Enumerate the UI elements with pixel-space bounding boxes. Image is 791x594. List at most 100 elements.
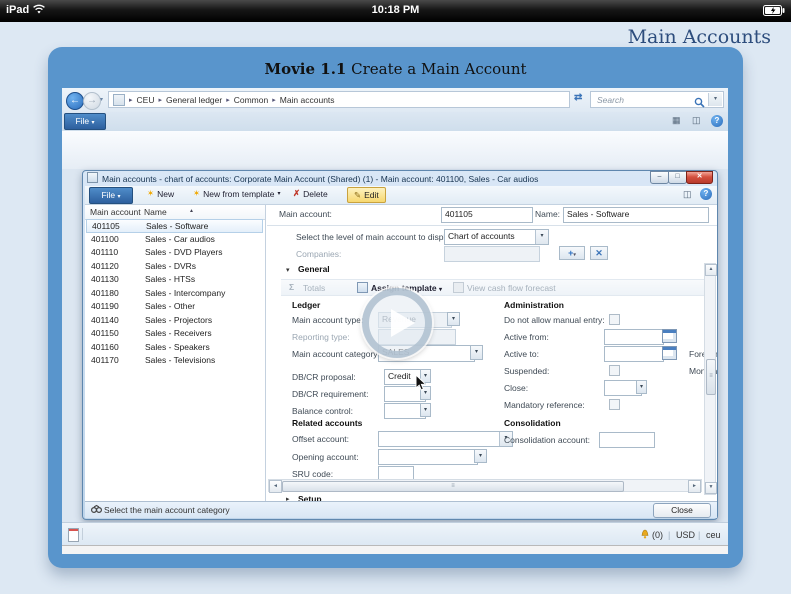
- close-dropdown[interactable]: ▾: [636, 380, 647, 394]
- calendar-icon[interactable]: [662, 329, 677, 343]
- cell-account: 401150: [91, 327, 119, 340]
- edit-button[interactable]: ✎Edit: [347, 187, 386, 203]
- clock-label: 10:18 PM: [0, 4, 791, 16]
- movie-title-text: Create a Main Account: [346, 60, 526, 78]
- delete-x-icon: ✗: [293, 188, 300, 199]
- mandatory-reference-checkbox[interactable]: [609, 399, 620, 410]
- table-row[interactable]: 401180Sales - Intercompany: [86, 287, 263, 301]
- table-row[interactable]: 401110Sales - DVD Players: [86, 246, 263, 260]
- offset-account-field[interactable]: ▾: [378, 431, 513, 447]
- search-input[interactable]: Search ▾: [590, 91, 724, 108]
- main-account-type-label: Main account type:: [292, 315, 363, 325]
- currency-indicator[interactable]: USD: [676, 530, 695, 540]
- opening-account-field[interactable]: [378, 449, 478, 465]
- cell-account: 401130: [91, 273, 119, 286]
- table-row[interactable]: 401100Sales - Car audios: [86, 233, 263, 247]
- back-arrow-icon: ←: [70, 95, 80, 106]
- main-account-category-dropdown[interactable]: ▾: [470, 345, 483, 360]
- suspended-checkbox[interactable]: [609, 365, 620, 376]
- table-row[interactable]: 401120Sales - DVRs: [86, 260, 263, 274]
- movie-label: Movie 1.1: [264, 60, 346, 78]
- scroll-right-icon[interactable]: ►: [688, 480, 701, 493]
- main-account-field[interactable]: 401105: [441, 207, 533, 223]
- layout-icon[interactable]: ◫: [683, 189, 692, 200]
- window-switch-icon[interactable]: ▦: [672, 115, 681, 126]
- balance-control-dropdown[interactable]: ▾: [420, 403, 431, 417]
- play-icon: [391, 309, 415, 337]
- manual-entry-checkbox[interactable]: [609, 314, 620, 325]
- pencil-icon: ✎: [354, 190, 361, 201]
- layout-icon[interactable]: ◫: [692, 115, 701, 126]
- cell-account: 401190: [91, 300, 119, 313]
- new-button[interactable]: ✶New: [147, 188, 174, 199]
- main-account-type-dropdown[interactable]: ▾: [447, 312, 460, 326]
- cash-flow-forecast-icon: [453, 282, 464, 293]
- play-button[interactable]: [362, 288, 432, 358]
- breadcrumb-item-ceu[interactable]: CEU: [137, 95, 155, 105]
- address-bar: ← → ▾ ▸ CEU ▸ General ledger ▸ Common ▸ …: [62, 88, 728, 113]
- setup-section-title[interactable]: Setup: [298, 494, 322, 501]
- grid-header: Main account Name ▲: [85, 205, 265, 220]
- screen: iPad 10:18 PM Main Accounts Movie 1.1 Cr…: [0, 0, 791, 594]
- company-indicator[interactable]: ceu: [706, 530, 721, 540]
- window-file-button[interactable]: File ▾: [89, 187, 133, 204]
- consolidation-account-field[interactable]: [599, 432, 655, 448]
- pane-splitter[interactable]: [265, 205, 266, 501]
- forward-button[interactable]: →: [83, 92, 101, 110]
- table-row[interactable]: 401140Sales - Projectors: [86, 314, 263, 328]
- level-value: Chart of accounts: [448, 231, 515, 241]
- section-expanded-icon[interactable]: ▾: [286, 266, 290, 274]
- close-button[interactable]: Close: [653, 503, 711, 518]
- help-icon[interactable]: ?: [700, 188, 712, 200]
- active-from-field[interactable]: [604, 329, 664, 345]
- remove-company-button[interactable]: ✕: [590, 246, 608, 260]
- general-section-title[interactable]: General: [298, 264, 330, 274]
- add-company-button[interactable]: +▾: [559, 246, 585, 260]
- horizontal-scroll-thumb[interactable]: ≡: [282, 481, 624, 492]
- vertical-scroll-thumb[interactable]: ≡: [706, 359, 716, 395]
- forward-arrow-icon: →: [87, 95, 97, 106]
- notifications-count[interactable]: (0): [652, 530, 663, 540]
- quick-launch-icon[interactable]: ⇄: [574, 92, 582, 103]
- sort-asc-icon: ▲: [189, 208, 194, 214]
- opening-account-label: Opening account:: [292, 452, 359, 462]
- close-window-button[interactable]: ✕: [686, 171, 713, 184]
- breadcrumb-item-main-accounts[interactable]: Main accounts: [280, 95, 335, 105]
- minimize-button[interactable]: –: [650, 171, 669, 184]
- cell-name: Sales - Intercompany: [145, 287, 225, 300]
- back-button[interactable]: ←: [66, 92, 84, 110]
- history-dropdown[interactable]: ▾: [100, 96, 103, 103]
- file-menu-button[interactable]: File ▾: [64, 113, 106, 130]
- horizontal-scrollbar[interactable]: ◄ ≡ ►: [268, 479, 702, 492]
- breadcrumb[interactable]: ▸ CEU ▸ General ledger ▸ Common ▸ Main a…: [108, 91, 570, 108]
- level-dropdown[interactable]: Chart of accounts▾: [444, 229, 549, 245]
- maximize-button[interactable]: □: [668, 171, 687, 184]
- vertical-scrollbar[interactable]: ▲ ≡ ▼: [704, 263, 716, 495]
- help-icon[interactable]: ?: [711, 115, 723, 127]
- scroll-left-icon[interactable]: ◄: [269, 480, 282, 493]
- delete-button[interactable]: ✗Delete: [293, 188, 328, 199]
- main-account-category-label: Main account category:: [292, 349, 380, 359]
- opening-account-dropdown[interactable]: ▾: [474, 449, 487, 463]
- table-row[interactable]: 401130Sales - HTSs: [86, 273, 263, 287]
- table-row[interactable]: 401190Sales - Other: [86, 300, 263, 314]
- search-dropdown[interactable]: ▾: [708, 93, 722, 106]
- main-account-label: Main account:: [279, 209, 332, 219]
- column-header-name[interactable]: Name: [144, 207, 167, 217]
- table-row[interactable]: 401170Sales - Televisions: [86, 354, 263, 368]
- notifications-icon[interactable]: [640, 529, 650, 542]
- active-to-field[interactable]: [604, 346, 664, 362]
- calendar-icon[interactable]: [662, 346, 677, 360]
- breadcrumb-item-common[interactable]: Common: [234, 95, 268, 105]
- column-header-main-account[interactable]: Main account: [90, 207, 141, 217]
- cell-name: Sales - Televisions: [145, 354, 215, 367]
- table-row[interactable]: 401150Sales - Receivers: [86, 327, 263, 341]
- table-row[interactable]: 401105Sales - Software: [86, 219, 263, 233]
- companies-field: [444, 246, 540, 262]
- cell-name: Sales - Projectors: [145, 314, 212, 327]
- name-field[interactable]: Sales - Software: [563, 207, 709, 223]
- breadcrumb-item-general-ledger[interactable]: General ledger: [166, 95, 222, 105]
- dbcr-proposal-label: DB/CR proposal:: [292, 372, 356, 382]
- new-from-template-button[interactable]: ✶New from template▾: [193, 188, 280, 199]
- table-row[interactable]: 401160Sales - Speakers: [86, 341, 263, 355]
